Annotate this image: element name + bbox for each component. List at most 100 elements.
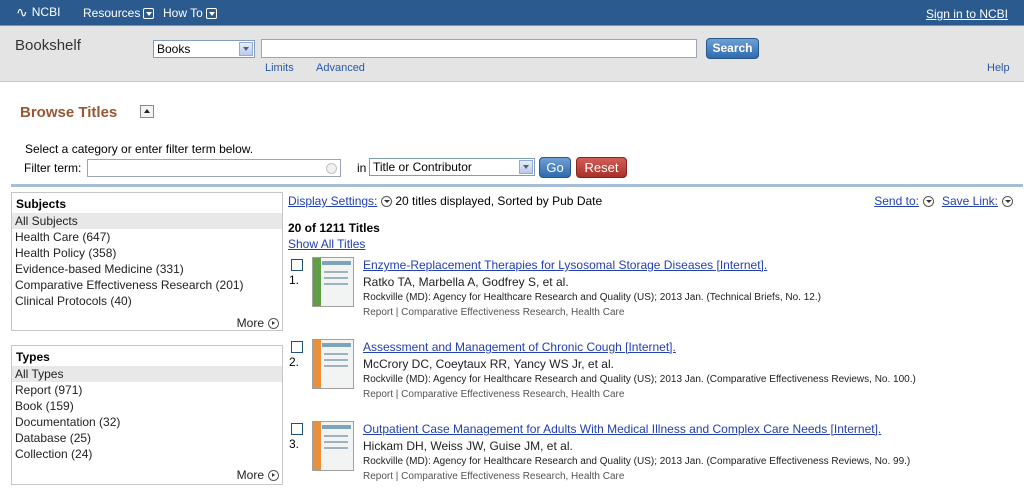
result-authors: McCrory DC, Coeytaux RR, Yancy WS Jr, et… bbox=[363, 357, 614, 371]
more-label: More bbox=[236, 468, 264, 482]
book-cover-thumbnail[interactable] bbox=[312, 421, 354, 471]
display-settings: Display Settings: 20 titles displayed, S… bbox=[288, 194, 602, 208]
divider bbox=[11, 184, 1023, 187]
resources-menu[interactable]: Resources bbox=[83, 6, 155, 20]
clear-icon[interactable] bbox=[326, 163, 337, 174]
resources-menu-label: Resources bbox=[83, 6, 141, 20]
display-settings-link[interactable]: Display Settings: bbox=[288, 194, 377, 208]
help-link[interactable]: Help bbox=[987, 62, 1010, 74]
result-publication: Rockville (MD): Agency for Healthcare Re… bbox=[363, 292, 821, 303]
filter-field-value: Title or Contributor bbox=[373, 160, 472, 174]
facet-item-clinical-protocols[interactable]: Clinical Protocols (40) bbox=[12, 293, 282, 309]
cover-band bbox=[313, 422, 321, 470]
send-to-link[interactable]: Send to: bbox=[874, 194, 919, 208]
facet-item-database[interactable]: Database (25) bbox=[12, 430, 282, 446]
chevron-down-icon bbox=[205, 7, 217, 19]
cover-line bbox=[324, 283, 348, 285]
ncbi-logo[interactable]: ∿ NCBI bbox=[16, 5, 60, 19]
search-input[interactable] bbox=[261, 39, 697, 58]
display-summary: 20 titles displayed, Sorted by Pub Date bbox=[395, 194, 603, 208]
result-checkbox[interactable] bbox=[291, 423, 303, 435]
facet-item-health-care[interactable]: Health Care (647) bbox=[12, 229, 282, 245]
result-number: 3. bbox=[289, 437, 300, 451]
how-to-menu[interactable]: How To bbox=[163, 6, 217, 20]
result-publication: Rockville (MD): Agency for Healthcare Re… bbox=[363, 374, 916, 385]
in-label: in bbox=[357, 161, 367, 175]
cover-line bbox=[324, 353, 348, 355]
result-tags: Report | Comparative Effectiveness Resea… bbox=[363, 307, 625, 318]
types-facet: Types All Types Report (971) Book (159) … bbox=[11, 345, 283, 485]
facet-item-comparative-effectiveness-research[interactable]: Comparative Effectiveness Research (201) bbox=[12, 277, 282, 293]
search-bar: Bookshelf Books Search Limits Advanced H… bbox=[0, 26, 1024, 82]
facet-item-all-subjects[interactable]: All Subjects bbox=[12, 213, 282, 229]
subjects-more-button[interactable]: More bbox=[237, 316, 279, 330]
dropdown-arrow-icon bbox=[239, 42, 253, 56]
cover-header bbox=[322, 261, 351, 265]
chevron-down-icon[interactable] bbox=[922, 195, 934, 207]
filter-term-input[interactable] bbox=[87, 159, 341, 177]
app-title: Bookshelf bbox=[15, 37, 81, 54]
cover-header bbox=[322, 343, 351, 347]
ncbi-logo-icon: ∿ bbox=[16, 4, 28, 20]
facet-item-evidence-based-medicine[interactable]: Evidence-based Medicine (331) bbox=[12, 261, 282, 277]
database-select-value: Books bbox=[157, 42, 191, 56]
book-cover-thumbnail[interactable] bbox=[312, 339, 354, 389]
cover-line bbox=[324, 441, 348, 443]
filter-term-label: Filter term: bbox=[24, 161, 82, 175]
save-link-link[interactable]: Save Link: bbox=[942, 194, 998, 208]
result-authors: Ratko TA, Marbella A, Godfrey S, et al. bbox=[363, 275, 569, 289]
facet-item-all-types[interactable]: All Types bbox=[12, 366, 282, 382]
cover-band bbox=[313, 258, 321, 306]
go-button[interactable]: Go bbox=[539, 157, 571, 178]
database-select[interactable]: Books bbox=[153, 40, 255, 58]
cover-band bbox=[313, 340, 321, 388]
cover-line bbox=[324, 359, 348, 361]
show-all-titles-link[interactable]: Show All Titles bbox=[288, 237, 365, 251]
chevron-down-icon bbox=[143, 7, 155, 19]
result-tags: Report | Comparative Effectiveness Resea… bbox=[363, 471, 625, 482]
cover-line bbox=[324, 271, 348, 273]
advanced-link[interactable]: Advanced bbox=[316, 62, 365, 74]
result-item: 1. Enzyme-Replacement Therapies for Lyso… bbox=[288, 257, 1018, 331]
chevron-right-icon bbox=[268, 317, 279, 329]
result-title-link[interactable]: Outpatient Case Management for Adults Wi… bbox=[363, 422, 881, 436]
ncbi-logo-text: NCBI bbox=[31, 5, 61, 19]
book-cover-thumbnail[interactable] bbox=[312, 257, 354, 307]
subjects-facet: Subjects All Subjects Health Care (647) … bbox=[11, 192, 283, 331]
cover-line bbox=[324, 277, 348, 279]
result-number: 2. bbox=[289, 355, 300, 369]
facet-item-documentation[interactable]: Documentation (32) bbox=[12, 414, 282, 430]
chevron-down-icon[interactable] bbox=[381, 195, 393, 207]
result-item: 2. Assessment and Management of Chronic … bbox=[288, 339, 1018, 413]
facet-item-collection[interactable]: Collection (24) bbox=[12, 446, 282, 462]
browse-instructions: Select a category or enter filter term b… bbox=[25, 142, 254, 156]
limits-link[interactable]: Limits bbox=[265, 62, 294, 74]
page-title: Browse Titles bbox=[20, 104, 118, 121]
result-authors: Hickam DH, Weiss JW, Guise JM, et al. bbox=[363, 439, 573, 453]
chevron-right-icon bbox=[268, 469, 279, 481]
result-tags: Report | Comparative Effectiveness Resea… bbox=[363, 389, 625, 400]
result-checkbox[interactable] bbox=[291, 259, 303, 271]
reset-button[interactable]: Reset bbox=[576, 157, 627, 178]
search-button[interactable]: Search bbox=[706, 38, 759, 59]
facet-item-health-policy[interactable]: Health Policy (358) bbox=[12, 245, 282, 261]
cover-header bbox=[322, 425, 351, 429]
types-more-button[interactable]: More bbox=[237, 468, 279, 482]
result-title-link[interactable]: Assessment and Management of Chronic Cou… bbox=[363, 340, 676, 354]
more-label: More bbox=[236, 316, 264, 330]
facet-item-book[interactable]: Book (159) bbox=[12, 398, 282, 414]
subjects-heading: Subjects bbox=[16, 197, 67, 211]
cover-line bbox=[324, 447, 348, 449]
facet-item-report[interactable]: Report (971) bbox=[12, 382, 282, 398]
result-title-link[interactable]: Enzyme-Replacement Therapies for Lysosom… bbox=[363, 258, 767, 272]
result-checkbox[interactable] bbox=[291, 341, 303, 353]
sign-in-link[interactable]: Sign in to NCBI bbox=[926, 7, 1008, 21]
types-heading: Types bbox=[16, 350, 50, 364]
result-item: 3. Outpatient Case Management for Adults… bbox=[288, 421, 1018, 490]
cover-line bbox=[324, 365, 348, 367]
chevron-down-icon[interactable] bbox=[1002, 195, 1013, 207]
collapse-icon[interactable] bbox=[140, 105, 154, 118]
how-to-menu-label: How To bbox=[163, 6, 203, 20]
filter-field-select[interactable]: Title or Contributor bbox=[369, 158, 535, 176]
dropdown-arrow-icon bbox=[519, 160, 533, 174]
